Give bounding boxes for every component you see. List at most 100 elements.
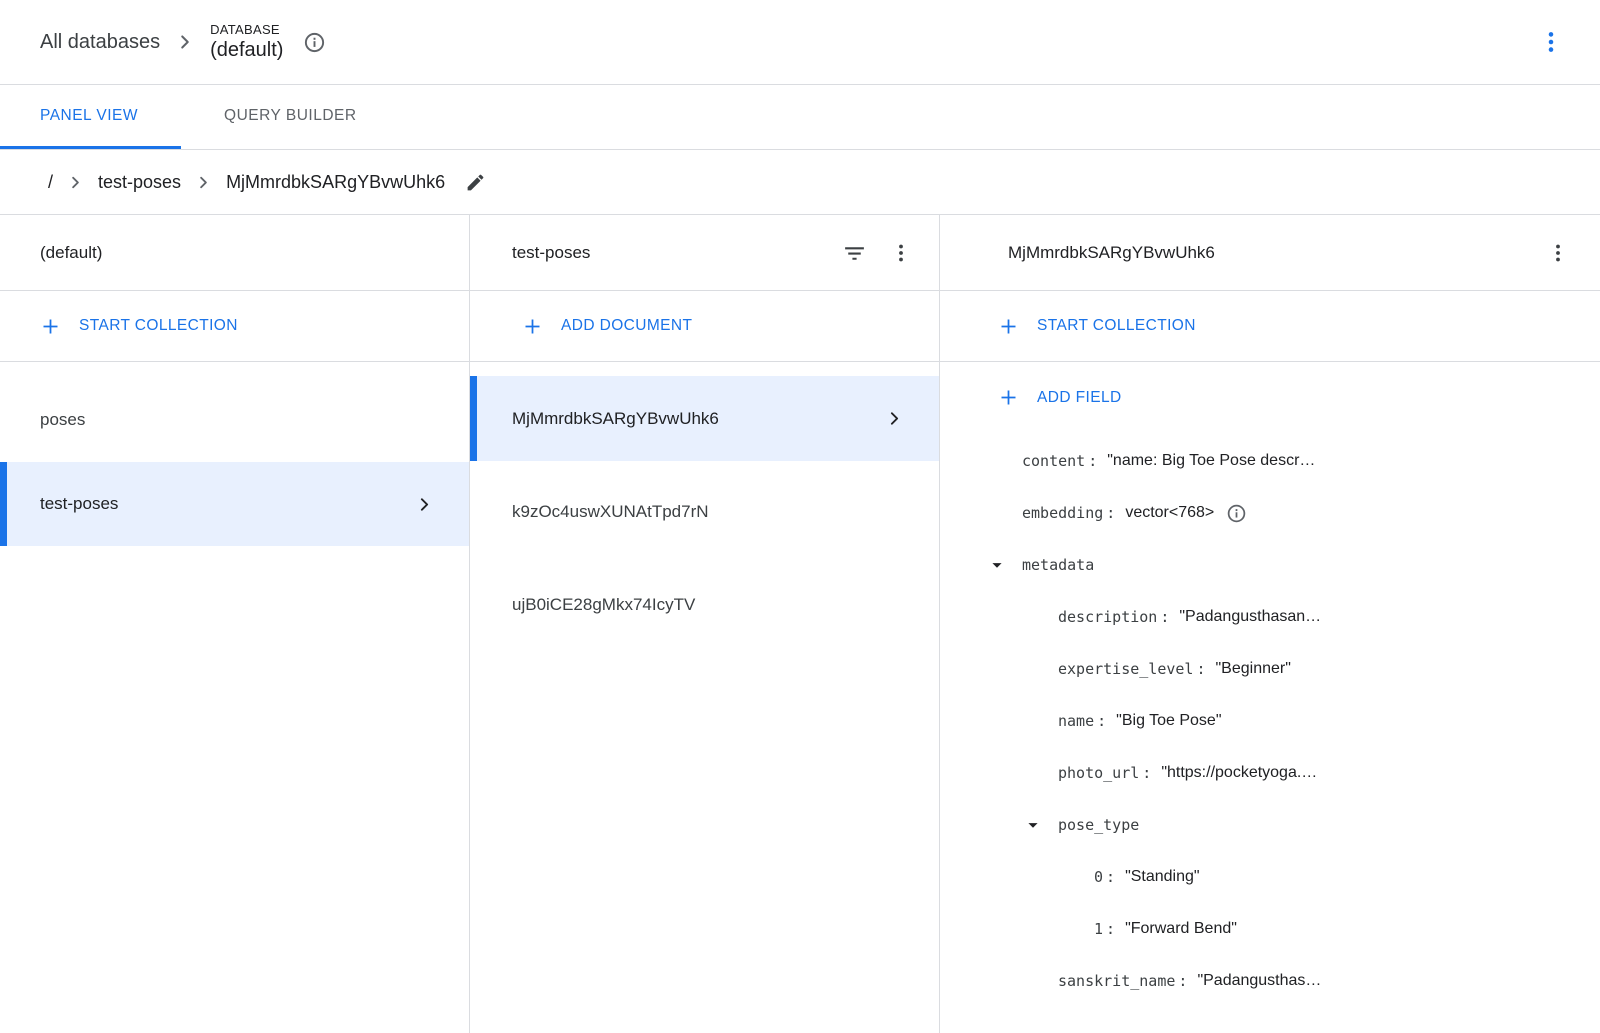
collection-item-poses[interactable]: poses: [0, 378, 469, 462]
panel-columns: (default) START COLLECTION poses test-po…: [0, 215, 1600, 1033]
field-colon: :: [1178, 972, 1187, 990]
document-item[interactable]: k9zOc4uswXUNAtTpd7rN: [470, 469, 939, 554]
field-tree: content : "name: Big Toe Pose descr… emb…: [940, 433, 1600, 1007]
database-panel: (default) START COLLECTION poses test-po…: [0, 215, 470, 1033]
document-item[interactable]: ujB0iCE28gMkx74IcyTV: [470, 562, 939, 647]
add-field-button[interactable]: ADD FIELD: [940, 362, 1600, 433]
more-menu-icon[interactable]: [889, 241, 913, 265]
collection-panel-title: test-poses: [512, 243, 820, 263]
field-key: photo_url: [1058, 764, 1139, 782]
document-panel-header: MjMmrdbkSARgYBvwUhk6: [940, 215, 1600, 291]
collection-item-test-poses[interactable]: test-poses: [0, 462, 469, 546]
tab-panel-view[interactable]: PANEL VIEW: [0, 85, 181, 149]
field-value: "Big Toe Pose": [1116, 712, 1221, 730]
add-document-label: ADD DOCUMENT: [561, 317, 692, 335]
database-panel-title: (default): [40, 243, 443, 263]
field-value: "Padangusthas…: [1197, 972, 1321, 990]
field-row-pose-type[interactable]: pose_type: [940, 799, 1600, 851]
field-value: "https://pocketyoga.…: [1161, 764, 1317, 782]
field-key: content: [1022, 452, 1085, 470]
chevron-right-icon: [66, 173, 85, 192]
plus-icon: [40, 316, 61, 337]
tab-query-builder[interactable]: QUERY BUILDER: [181, 85, 400, 149]
field-row-pose-type-0[interactable]: 0 : "Standing": [940, 851, 1600, 903]
breadcrumb-root[interactable]: /: [48, 172, 53, 193]
field-value: "Forward Bend": [1125, 920, 1237, 938]
field-colon: :: [1097, 712, 1106, 730]
field-row-pose-type-1[interactable]: 1 : "Forward Bend": [940, 903, 1600, 955]
add-field-label: ADD FIELD: [1037, 389, 1122, 407]
field-row-description[interactable]: description : "Padangusthasan…: [940, 591, 1600, 643]
field-row-embedding[interactable]: embedding : vector<768>: [940, 487, 1600, 539]
app-header: All databases DATABASE (default): [0, 0, 1600, 85]
add-document-button[interactable]: ADD DOCUMENT: [470, 291, 939, 362]
document-list: MjMmrdbkSARgYBvwUhk6 k9zOc4uswXUNAtTpd7r…: [470, 362, 939, 647]
document-panel: MjMmrdbkSARgYBvwUhk6 START COLLECTION AD…: [940, 215, 1600, 1033]
field-row-content[interactable]: content : "name: Big Toe Pose descr…: [940, 435, 1600, 487]
chevron-right-icon: [884, 408, 905, 429]
collapse-arrow-icon[interactable]: [986, 554, 1022, 576]
document-item[interactable]: MjMmrdbkSARgYBvwUhk6: [470, 376, 939, 461]
field-colon: :: [1196, 660, 1205, 678]
tab-panel-view-label: PANEL VIEW: [40, 107, 138, 125]
field-colon: :: [1088, 452, 1097, 470]
document-id: k9zOc4uswXUNAtTpd7rN: [512, 502, 709, 522]
document-id: MjMmrdbkSARgYBvwUhk6: [512, 409, 719, 429]
field-row-metadata[interactable]: metadata: [940, 539, 1600, 591]
start-collection-label: START COLLECTION: [1037, 317, 1196, 335]
chevron-right-icon: [174, 31, 196, 53]
field-value: vector<768>: [1125, 504, 1214, 522]
view-tabs: PANEL VIEW QUERY BUILDER: [0, 85, 1600, 150]
field-row-photo-url[interactable]: photo_url : "https://pocketyoga.…: [940, 747, 1600, 799]
start-collection-label: START COLLECTION: [79, 317, 238, 335]
filter-icon[interactable]: [842, 240, 867, 265]
field-key: 0: [1094, 868, 1103, 886]
field-row-expertise-level[interactable]: expertise_level : "Beginner": [940, 643, 1600, 695]
field-key: metadata: [1022, 556, 1094, 574]
info-icon[interactable]: [1226, 503, 1247, 524]
plus-icon: [998, 316, 1019, 337]
field-colon: :: [1106, 868, 1115, 886]
field-value: "Standing": [1125, 868, 1200, 886]
collection-name: test-poses: [40, 494, 118, 514]
plus-icon: [998, 387, 1019, 408]
chevron-right-icon: [414, 494, 435, 515]
breadcrumb-collection[interactable]: test-poses: [98, 172, 181, 193]
breadcrumb-document[interactable]: MjMmrdbkSARgYBvwUhk6: [226, 172, 445, 193]
field-key: 1: [1094, 920, 1103, 938]
collapse-arrow-icon[interactable]: [1022, 814, 1058, 836]
plus-icon: [522, 316, 543, 337]
field-key: embedding: [1022, 504, 1103, 522]
field-value: "name: Big Toe Pose descr…: [1107, 452, 1315, 470]
collection-panel-header: test-poses: [470, 215, 939, 291]
chevron-right-icon: [194, 173, 213, 192]
field-key: sanskrit_name: [1058, 972, 1175, 990]
database-label: DATABASE: [210, 22, 283, 38]
more-menu-icon[interactable]: [1546, 241, 1570, 265]
edit-icon[interactable]: [465, 172, 486, 193]
document-id: ujB0iCE28gMkx74IcyTV: [512, 595, 695, 615]
database-name: (default): [210, 38, 283, 62]
field-colon: :: [1106, 504, 1115, 522]
all-databases-link[interactable]: All databases: [40, 31, 160, 54]
start-collection-button[interactable]: START COLLECTION: [0, 291, 469, 362]
field-colon: :: [1106, 920, 1115, 938]
field-value: "Padangusthasan…: [1179, 608, 1321, 626]
collection-panel: test-poses ADD DOCUMENT MjMmrdbkSARgYBvw…: [470, 215, 940, 1033]
field-value: "Beginner": [1216, 660, 1291, 678]
info-icon[interactable]: [303, 31, 326, 54]
breadcrumb: / test-poses MjMmrdbkSARgYBvwUhk6: [0, 150, 1600, 215]
field-key: pose_type: [1058, 816, 1139, 834]
document-panel-title: MjMmrdbkSARgYBvwUhk6: [1008, 243, 1524, 263]
collection-list: poses test-poses: [0, 362, 469, 546]
firestore-data-view: All databases DATABASE (default) PANEL V…: [0, 0, 1600, 1033]
field-key: name: [1058, 712, 1094, 730]
field-row-name[interactable]: name : "Big Toe Pose": [940, 695, 1600, 747]
collection-name: poses: [40, 410, 85, 430]
overflow-menu-icon[interactable]: [1538, 29, 1564, 55]
field-key: description: [1058, 608, 1157, 626]
field-key: expertise_level: [1058, 660, 1193, 678]
tab-query-builder-label: QUERY BUILDER: [224, 107, 357, 125]
field-row-sanskrit-name[interactable]: sanskrit_name : "Padangusthas…: [940, 955, 1600, 1007]
start-collection-button-document[interactable]: START COLLECTION: [940, 291, 1600, 362]
